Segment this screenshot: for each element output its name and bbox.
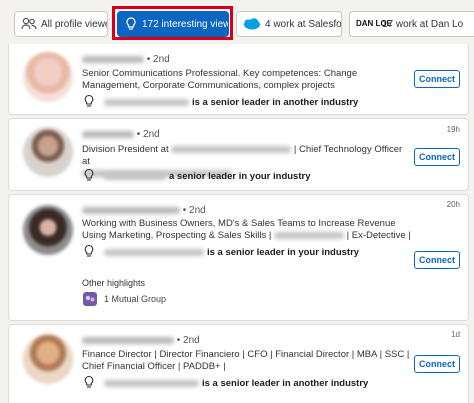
connection-degree: • 2nd	[146, 54, 170, 65]
insight-row: is a senior leader in your industry	[82, 244, 359, 261]
viewer-card: 20h • 2nd Working with Business Owners, …	[8, 194, 469, 321]
viewer-name-blurred[interactable]	[82, 206, 180, 214]
view-time: 19h	[446, 125, 460, 134]
filter-bar: All profile viewers 172 interesting view…	[0, 0, 474, 44]
view-time: 1d	[451, 330, 460, 339]
viewer-name-blurred[interactable]	[82, 336, 174, 344]
connection-degree: • 2nd	[176, 335, 200, 346]
blurred-text	[274, 231, 345, 239]
insight-text: a senior leader in your industry	[169, 171, 311, 182]
insight-text: is a senior leader in your industry	[207, 247, 360, 258]
lightbulb-icon	[82, 168, 98, 185]
avatar[interactable]	[23, 205, 73, 255]
lightbulb-icon	[82, 244, 98, 261]
blurred-text	[104, 380, 199, 387]
filter-interesting-views[interactable]: 172 interesting views	[117, 11, 229, 37]
blurred-text	[171, 145, 292, 153]
insight-text: is a senior leader in another industry	[192, 97, 359, 108]
filter-work-at-salesforce[interactable]: 4 work at Salesforce	[236, 11, 342, 37]
insight-row: is a senior leader in another industry	[82, 94, 358, 111]
avatar[interactable]	[23, 334, 73, 384]
connect-button[interactable]: Connect	[414, 355, 460, 373]
connect-button[interactable]: Connect	[414, 251, 460, 269]
viewer-card: 1d • 2nd Finance Director | Director Fin…	[8, 324, 469, 403]
people-icon	[21, 17, 37, 31]
name-row: • 2nd	[82, 205, 206, 217]
salesforce-logo-icon	[243, 18, 261, 30]
mutual-group-row[interactable]: 1 Mutual Group	[82, 291, 166, 307]
viewer-name-blurred[interactable]	[82, 55, 144, 63]
insight-row: is a senior leader in another industry	[82, 375, 368, 392]
connection-degree: • 2nd	[182, 205, 206, 216]
blurred-text	[104, 99, 189, 106]
filter-all-profile-viewers[interactable]: All profile viewers	[14, 11, 108, 37]
connect-button[interactable]: Connect	[414, 70, 460, 88]
insight-text: is a senior leader in another industry	[202, 378, 369, 389]
other-highlights-title: Other highlights	[82, 278, 146, 288]
name-row: • 2nd	[82, 335, 200, 347]
blurred-text	[104, 249, 204, 256]
view-time: 20h	[446, 200, 460, 209]
connection-degree: • 2nd	[136, 129, 160, 140]
name-row: • 2nd	[82, 129, 160, 141]
viewer-card: • 2nd Senior Communications Professional…	[8, 44, 469, 115]
blurred-text	[104, 173, 166, 180]
filter-label: 17 work at Dan Lo	[382, 18, 464, 30]
filter-label: 4 work at Salesforce	[265, 18, 342, 30]
dan-logo-icon: DAN LOE	[356, 19, 392, 28]
headline: Finance Director | Director Financiero |…	[82, 349, 410, 372]
lightbulb-icon	[124, 16, 138, 32]
filter-label: All profile viewers	[41, 18, 107, 30]
lightbulb-icon	[82, 94, 98, 111]
insight-row: a senior leader in your industry	[82, 168, 310, 185]
lightbulb-icon	[82, 375, 98, 392]
mutual-group-label: 1 Mutual Group	[104, 294, 167, 304]
group-icon	[82, 291, 98, 307]
avatar[interactable]	[23, 127, 73, 177]
avatar[interactable]	[23, 52, 73, 102]
headline: Senior Communications Professional. Key …	[82, 68, 358, 91]
name-row: • 2nd	[82, 54, 170, 66]
viewer-card: 19h • 2nd Division President at | Chief …	[8, 118, 469, 191]
filter-label: 172 interesting views	[142, 18, 229, 30]
connect-button[interactable]: Connect	[414, 148, 460, 166]
filter-work-at-dan[interactable]: DAN LOE 17 work at Dan Lo	[349, 11, 474, 37]
headline: Working with Business Owners, MD's & Sal…	[82, 218, 411, 241]
viewer-name-blurred[interactable]	[82, 130, 134, 138]
